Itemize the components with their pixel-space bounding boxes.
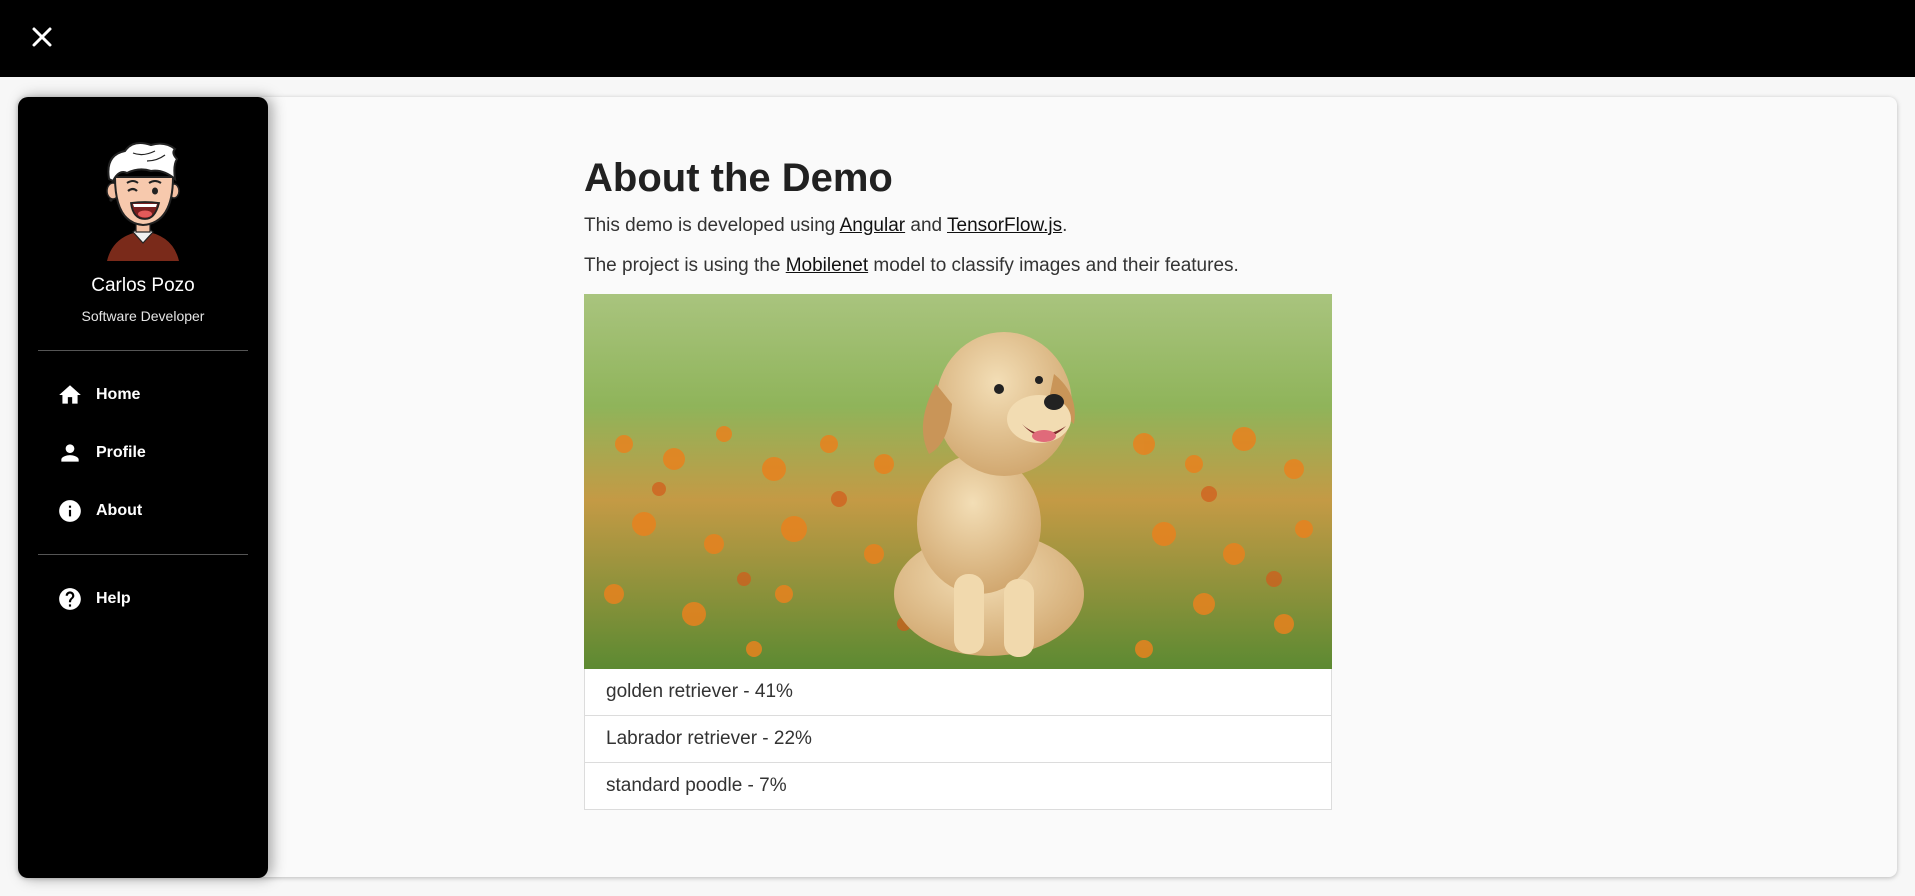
angular-link[interactable]: Angular (840, 215, 906, 236)
intro-text: . (1062, 215, 1068, 236)
main-content: About the Demo This demo is developed us… (584, 150, 1334, 810)
avatar (106, 142, 180, 261)
user-role: Software Developer (81, 308, 205, 324)
mobilenet-link[interactable]: Mobilenet (786, 255, 868, 276)
sidebar-item-label: About (96, 502, 143, 519)
tensorflow-link[interactable]: TensorFlow.js (947, 215, 1062, 236)
sidebar: Carlos Pozo Software Developer Home Prof… (18, 97, 268, 878)
top-toolbar (0, 0, 1915, 77)
prediction-item: golden retriever - 41% (606, 681, 793, 702)
sidebar-item-label: Profile (96, 444, 146, 461)
sidebar-item-label: Help (96, 590, 131, 607)
sidebar-divider (38, 350, 248, 351)
close-button[interactable] (28, 23, 56, 51)
close-icon (32, 27, 52, 47)
info-icon (56, 497, 84, 525)
home-icon (56, 381, 84, 409)
prediction-list: golden retriever - 41% Labrador retrieve… (584, 669, 1332, 810)
intro-paragraph: This demo is developed using Angular and… (584, 206, 1334, 246)
model-text: model to classify images and their featu… (868, 255, 1239, 276)
page-title: About the Demo (584, 156, 893, 200)
help-icon (56, 585, 84, 613)
sidebar-item-label: Home (96, 386, 141, 403)
puppy-photo (584, 294, 1332, 669)
user-name: Carlos Pozo (91, 275, 195, 296)
model-text: The project is using the (584, 255, 786, 276)
sidebar-item-home[interactable]: Home (56, 375, 246, 415)
intro-text: This demo is developed using (584, 215, 840, 236)
model-paragraph: The project is using the Mobilenet model… (584, 246, 1334, 286)
sidebar-item-profile[interactable]: Profile (56, 433, 246, 473)
sidebar-divider (38, 554, 248, 555)
intro-text: and (905, 215, 948, 236)
prediction-item: standard poodle - 7% (585, 762, 1331, 809)
person-icon (56, 439, 84, 467)
sidebar-item-about[interactable]: About (56, 491, 246, 531)
sidebar-item-help[interactable]: Help (56, 579, 246, 619)
prediction-item: Labrador retriever - 22% (585, 715, 1331, 762)
